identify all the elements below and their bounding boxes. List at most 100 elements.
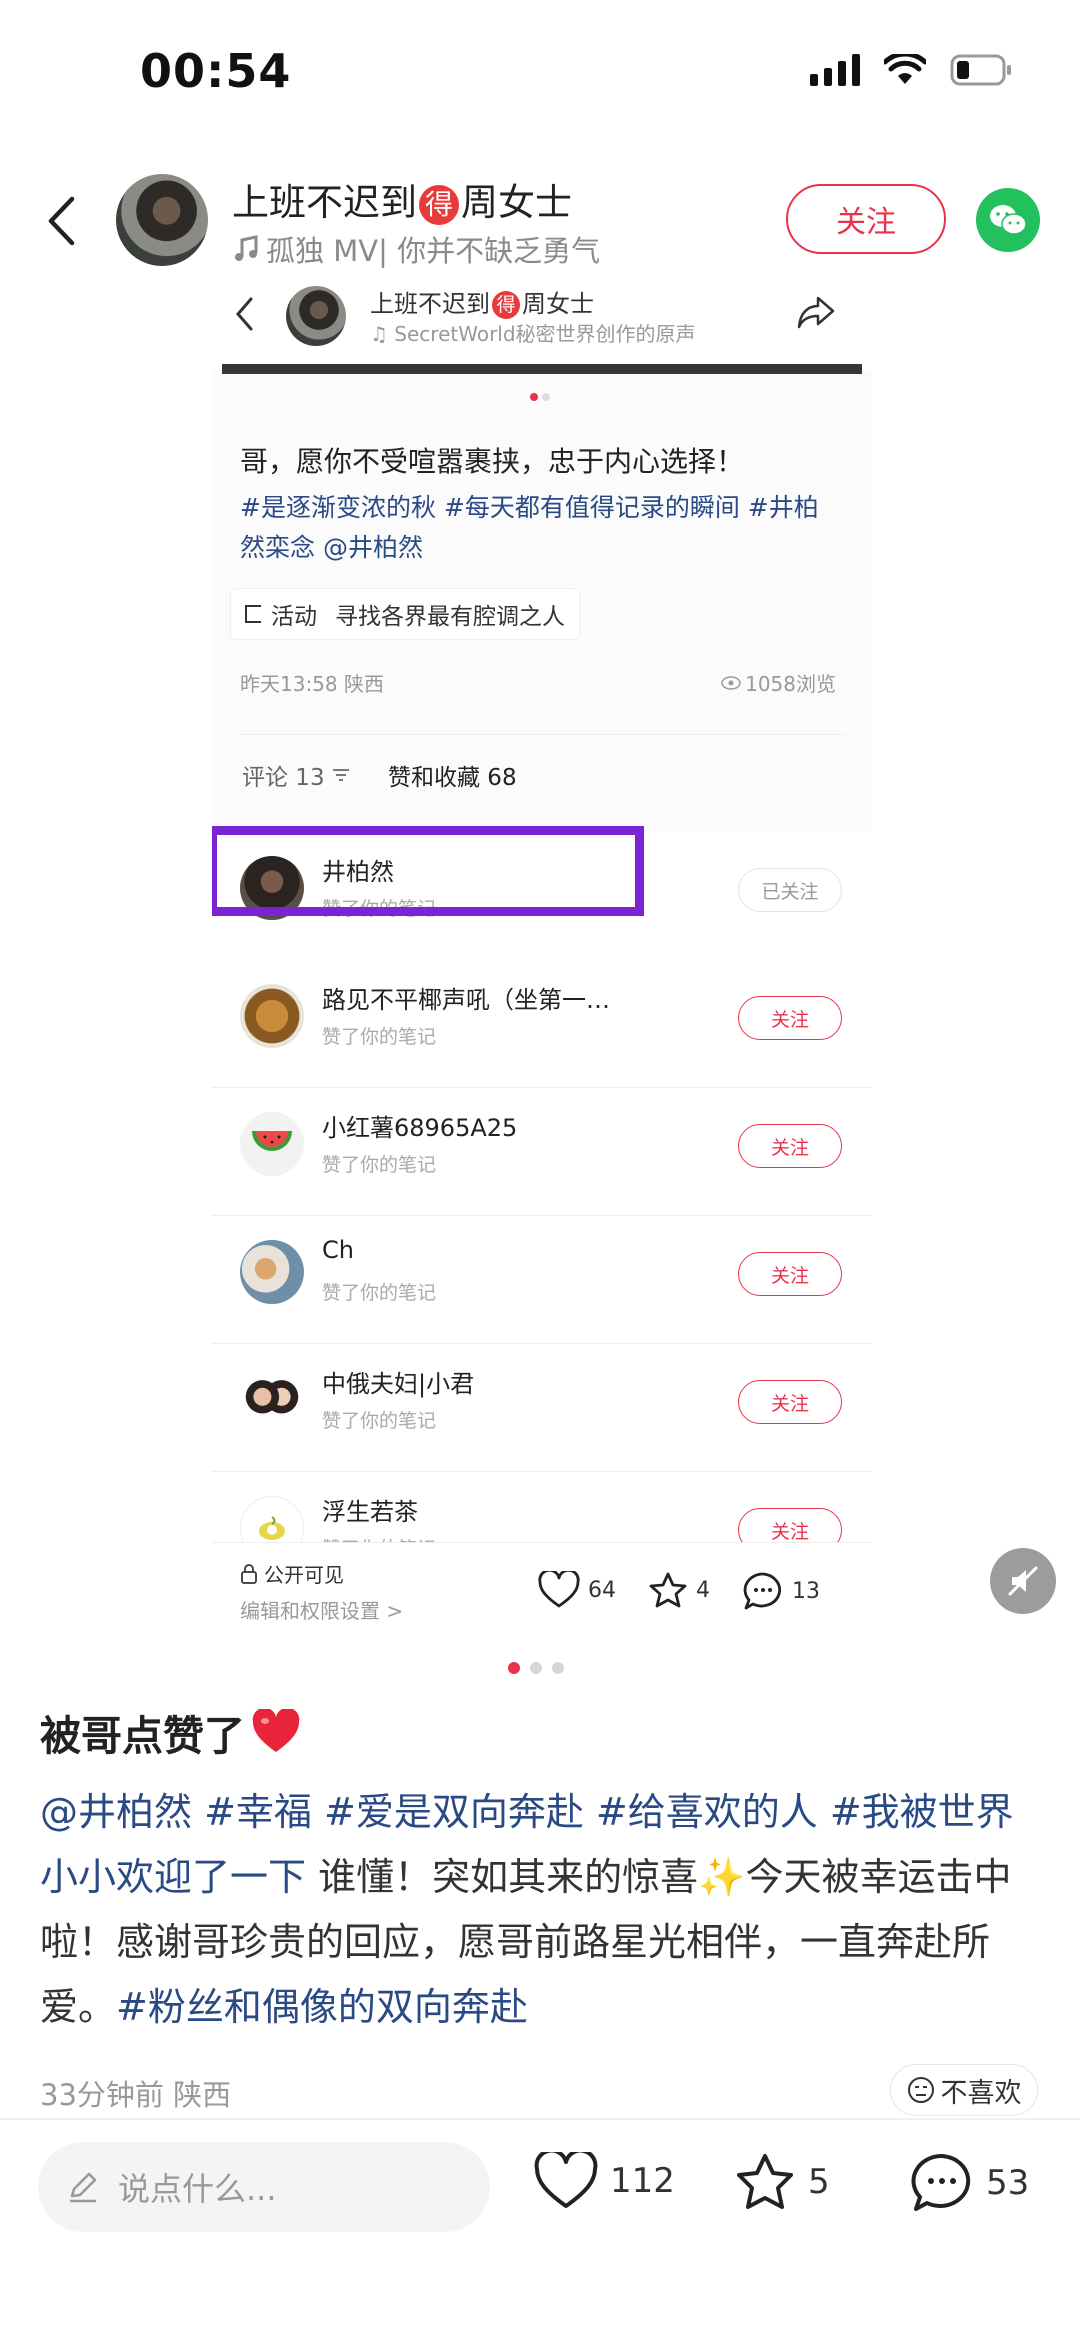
liker-action: 赞了你的笔记 (322, 898, 437, 920)
embedded-music-label: SecretWorld秘密世界创作的原声 (394, 322, 696, 346)
sparkles-icon: ✨ (698, 1855, 746, 1899)
embedded-like: 64 (538, 1571, 616, 1609)
meh-face-icon (907, 2077, 934, 2103)
post-divider (0, 2118, 1080, 2120)
tea-icon (259, 1516, 285, 1540)
liker-row: 路见不平椰声吼（坐第一… 赞了你的笔记 关注 (212, 960, 872, 1088)
post-tag-last[interactable]: #粉丝和偶像的双向奔赴 (116, 1985, 528, 2029)
heart-outline-icon (534, 2152, 598, 2208)
embedded-author-name-part2: 周女士 (522, 290, 594, 318)
embedded-collect-count: 4 (696, 1577, 710, 1603)
red-heart-icon (252, 1709, 300, 1752)
embedded-permission: 编辑和权限设置 > (240, 1599, 404, 1623)
wechat-icon (990, 205, 1027, 235)
star-outline-icon (649, 1572, 687, 1608)
embedded-back-icon (234, 296, 254, 336)
embedded-author-name-part1: 上班不迟到 (370, 290, 490, 318)
liker-follow-button: 关注 (738, 996, 842, 1040)
author-music[interactable]: 孤独 MV| 你并不缺乏勇气 (232, 228, 600, 270)
share-icon (796, 294, 836, 334)
liker-name: 小红薯68965A25 (322, 1114, 518, 1142)
comment-outline-icon (743, 1572, 782, 1610)
author-name-part1: 上班不迟到 (232, 181, 417, 224)
status-icons (810, 54, 1014, 86)
embedded-bottom-bar: 公开可见 编辑和权限设置 > 64 4 13 (212, 1542, 872, 1650)
liker-action: 赞了你的笔记 (322, 1410, 437, 1432)
liker-follow-button: 关注 (738, 1252, 842, 1296)
comment-button[interactable]: 53 (910, 2152, 1029, 2214)
star-outline-icon (737, 2154, 793, 2209)
liker-row: 小红薯68965A25 赞了你的笔记 关注 (212, 1088, 872, 1216)
collect-button[interactable]: 5 (734, 2152, 830, 2212)
cellular-signal-icon (810, 54, 860, 86)
mute-button[interactable] (990, 1548, 1056, 1614)
dislike-label: 不喜欢 (940, 2077, 1022, 2109)
embedded-title: 哥，愿你不受喧嚣裹挟，忠于内心选择！ (240, 445, 745, 478)
wifi-icon (884, 54, 926, 86)
speaker-mute-icon (1008, 1566, 1038, 1596)
post-header: 上班不迟到得周女士 孤独 MV| 你并不缺乏勇气 关注 (0, 160, 1080, 280)
embedded-comment-count: 13 (792, 1578, 820, 1604)
liker-list: 井柏然 赞了你的笔记 已关注 路见不平椰声吼（坐第一… 赞了你的笔记 关注 小红… (212, 826, 872, 1600)
embedded-views: 1058浏览 (721, 668, 836, 697)
embedded-tab-comments: 评论 13 (242, 758, 351, 792)
embedded-music: ♫ SecretWorld秘密世界创作的原声 (370, 322, 696, 346)
back-button[interactable] (36, 186, 86, 256)
liker-action: 赞了你的笔记 (322, 1282, 437, 1304)
embedded-photo-strip (222, 364, 862, 374)
embedded-author-name: 上班不迟到得周女士 (370, 284, 594, 319)
liker-action: 赞了你的笔记 (322, 1026, 437, 1048)
liker-avatar (240, 984, 304, 1048)
status-bar: 00:54 (0, 0, 1080, 150)
post-time-location: 33分钟前 陕西 (40, 2078, 232, 2112)
embedded-author-badge: 得 (492, 291, 520, 319)
status-time: 00:54 (140, 44, 292, 98)
wechat-share-button[interactable] (976, 188, 1040, 252)
embedded-time-location: 昨天13:58 陕西 (240, 672, 384, 696)
liker-row: 井柏然 赞了你的笔记 已关注 (212, 826, 872, 960)
liker-follow-button: 关注 (738, 1124, 842, 1168)
like-button[interactable]: 112 (534, 2152, 675, 2210)
embedded-tags: #是逐渐变浓的秋 #每天都有值得记录的瞬间 #井柏然栾念 @井柏然 (240, 493, 819, 562)
liker-name: 中俄夫妇|小君 (322, 1370, 475, 1398)
follow-button[interactable]: 关注 (786, 184, 946, 254)
post-title-text: 被哥点赞了 (40, 1712, 245, 1760)
collect-count: 5 (808, 2162, 830, 2202)
author-avatar[interactable] (116, 174, 208, 266)
embedded-visibility: 公开可见 (240, 1559, 344, 1588)
post-image[interactable]: 上班不迟到得周女士 ♫ SecretWorld秘密世界创作的原声 哥，愿你不受喧… (212, 280, 872, 1650)
embedded-divider (240, 734, 844, 735)
music-note-icon (235, 235, 258, 261)
heart-outline-icon (538, 1571, 580, 1608)
comment-input[interactable]: 说点什么... (38, 2142, 490, 2232)
post-body: @井柏然 #幸福 #爱是双向奔赴 #给喜欢的人 #我被世界小小欢迎了一下 谁懂！… (40, 1780, 1050, 2040)
chevron-left-icon (48, 196, 75, 246)
comment-placeholder: 说点什么... (118, 2170, 277, 2208)
liker-name: Ch (322, 1236, 354, 1264)
sort-icon (332, 769, 349, 781)
liker-row: Ch 赞了你的笔记 关注 (212, 1216, 872, 1344)
post-text: 谁懂！突如其来的惊喜 (306, 1855, 699, 1899)
activity-icon (245, 605, 261, 623)
author-name-part2: 周女士 (461, 181, 572, 224)
embedded-activity: 活动 寻找各界最有腔调之人 (230, 588, 580, 640)
like-count: 112 (610, 2161, 675, 2201)
liker-follow-button: 关注 (738, 1380, 842, 1424)
embedded-header: 上班不迟到得周女士 ♫ SecretWorld秘密世界创作的原声 (212, 280, 872, 370)
embedded-comment: 13 (742, 1571, 820, 1611)
music-label: 孤独 MV| 你并不缺乏勇气 (266, 234, 601, 268)
dislike-button[interactable]: 不喜欢 (890, 2064, 1038, 2116)
embedded-collect: 4 (648, 1571, 710, 1609)
author-name-badge: 得 (419, 184, 459, 225)
liker-name: 井柏然 (322, 858, 394, 886)
liker-avatar (240, 856, 304, 920)
liker-action: 赞了你的笔记 (322, 1154, 437, 1176)
lock-icon (241, 1563, 257, 1584)
liker-row: 中俄夫妇|小君 赞了你的笔记 关注 (212, 1344, 872, 1472)
tab-comments-label: 评论 13 (242, 765, 325, 791)
embedded-page-dots (530, 393, 550, 401)
comment-count: 53 (986, 2163, 1030, 2203)
watermelon-icon (252, 1131, 292, 1151)
liker-avatar (240, 1240, 304, 1304)
author-name[interactable]: 上班不迟到得周女士 (232, 172, 572, 226)
